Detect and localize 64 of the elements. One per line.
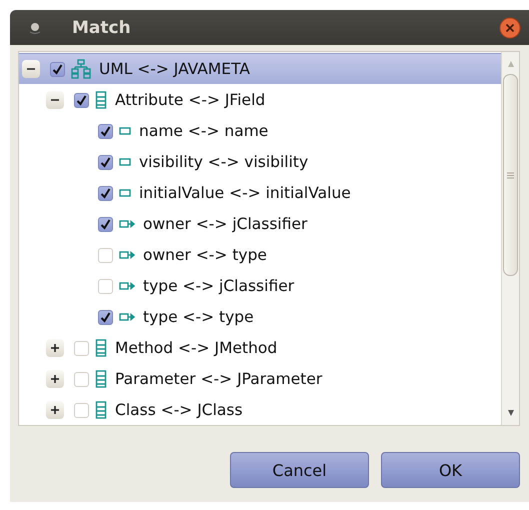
tree-label: owner <-> jClassifier bbox=[143, 215, 308, 233]
hierarchy-icon bbox=[71, 59, 91, 79]
tree-label: name <-> name bbox=[139, 122, 268, 140]
tree-row[interactable]: visibility <-> visibility bbox=[19, 146, 501, 177]
tree-row[interactable]: initialValue <-> initialValue bbox=[19, 177, 501, 208]
tree-row[interactable]: type <-> type bbox=[19, 301, 501, 332]
table-icon bbox=[95, 339, 107, 357]
scrollbar[interactable] bbox=[501, 52, 519, 425]
tree-label: type <-> type bbox=[143, 308, 254, 326]
checkbox[interactable] bbox=[98, 124, 113, 138]
plus-icon bbox=[50, 343, 60, 353]
tree-label: UML <-> JAVAMETA bbox=[99, 60, 250, 78]
arrow-icon bbox=[119, 313, 135, 321]
expand-button[interactable] bbox=[46, 370, 64, 388]
tree-row[interactable]: UML <-> JAVAMETA bbox=[19, 53, 501, 84]
tree-row[interactable]: owner <-> jClassifier bbox=[19, 208, 501, 239]
dialog-button[interactable]: OK bbox=[381, 452, 520, 488]
arrow-icon bbox=[119, 220, 135, 228]
tree-label: initialValue <-> initialValue bbox=[139, 184, 351, 202]
tree-row[interactable]: name <-> name bbox=[19, 115, 501, 146]
checkbox[interactable] bbox=[74, 92, 89, 108]
tree-label: Attribute <-> JField bbox=[115, 91, 266, 109]
checkbox[interactable] bbox=[98, 248, 113, 262]
tree-label: Class <-> JClass bbox=[115, 401, 243, 419]
window-title: Match bbox=[72, 18, 132, 38]
tree-row[interactable]: Class <-> JClass bbox=[19, 394, 501, 425]
grip-icon bbox=[507, 172, 514, 178]
tree-label: Method <-> JMethod bbox=[115, 339, 278, 357]
plus-icon bbox=[50, 405, 60, 415]
plus-icon bbox=[50, 374, 60, 384]
checkbox[interactable] bbox=[74, 372, 89, 386]
tree-row[interactable]: Attribute <-> JField bbox=[19, 84, 501, 115]
checkbox[interactable] bbox=[98, 278, 113, 294]
dialog-button[interactable]: Cancel bbox=[230, 452, 369, 488]
table-icon bbox=[95, 91, 107, 109]
expand-button[interactable] bbox=[46, 401, 64, 419]
tree-row[interactable]: type <-> jClassifier bbox=[19, 270, 501, 301]
checkbox[interactable] bbox=[98, 310, 113, 324]
checkbox[interactable] bbox=[50, 62, 65, 76]
tree-row[interactable]: Method <-> JMethod bbox=[19, 332, 501, 363]
tree-row[interactable]: owner <-> type bbox=[19, 239, 501, 270]
rectangle-icon bbox=[119, 127, 131, 135]
collapse-button[interactable] bbox=[22, 60, 40, 78]
window-menu-icon bbox=[28, 20, 42, 34]
rectangle-icon bbox=[119, 189, 131, 197]
close-icon[interactable] bbox=[499, 16, 521, 38]
scroll-down-icon[interactable] bbox=[506, 409, 514, 417]
tree-label: visibility <-> visibility bbox=[139, 153, 308, 171]
tree-label: owner <-> type bbox=[143, 246, 267, 264]
tree-row[interactable]: Parameter <-> JParameter bbox=[19, 363, 501, 394]
arrow-icon bbox=[119, 282, 135, 290]
checkbox[interactable] bbox=[98, 154, 113, 170]
checkbox[interactable] bbox=[74, 340, 89, 356]
rectangle-icon bbox=[119, 158, 131, 166]
tree-label: Parameter <-> JParameter bbox=[115, 370, 322, 388]
tree-label: type <-> jClassifier bbox=[143, 277, 294, 295]
checkbox[interactable] bbox=[98, 216, 113, 232]
table-icon bbox=[95, 401, 107, 419]
table-icon bbox=[95, 370, 107, 388]
collapse-button[interactable] bbox=[46, 91, 64, 109]
checkbox[interactable] bbox=[74, 402, 89, 418]
expand-button[interactable] bbox=[46, 339, 64, 357]
arrow-icon bbox=[119, 251, 135, 259]
checkbox[interactable] bbox=[98, 186, 113, 200]
